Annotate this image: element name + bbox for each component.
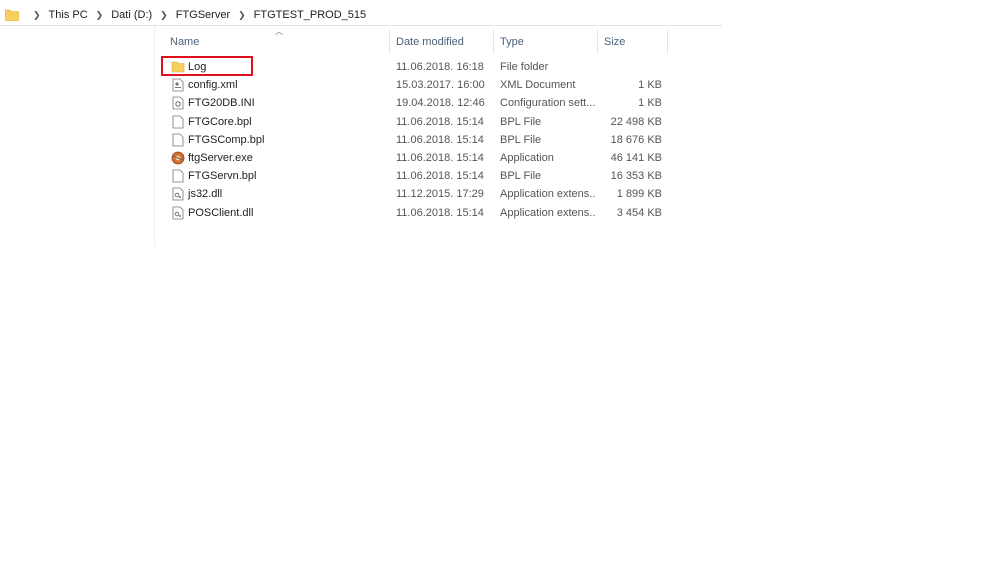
divider — [154, 26, 155, 246]
file-row-ftgscomp-bpl[interactable]: FTGSComp.bpl 11.06.2018. 15:14 BPL File … — [160, 131, 670, 149]
file-name: POSClient.dll — [188, 206, 254, 219]
config-file-icon — [172, 96, 184, 110]
column-header-size[interactable]: Size — [598, 30, 668, 54]
file-date: 19.04.2018. 12:46 — [396, 97, 485, 110]
file-name: ftgServer.exe — [188, 151, 253, 164]
file-size: 1 KB — [638, 97, 662, 110]
file-size: 18 676 KB — [610, 133, 662, 146]
file-size — [600, 58, 662, 76]
file-row-ftgcore-bpl[interactable]: FTGCore.bpl 11.06.2018. 15:14 BPL File 2… — [160, 113, 670, 131]
file-row-ftgservn-bpl[interactable]: FTGServn.bpl 11.06.2018. 15:14 BPL File … — [160, 167, 670, 185]
column-header-type[interactable]: Type — [494, 30, 598, 54]
dll-file-icon — [172, 206, 184, 219]
file-size: 3 454 KB — [616, 206, 662, 219]
file-type: Application extens... — [500, 188, 596, 201]
file-date: 11.12.2015. 17:29 — [396, 188, 484, 201]
file-row-ftg20db-ini[interactable]: FTG20DB.INI 19.04.2018. 12:46 Configurat… — [160, 94, 670, 112]
file-name: config.xml — [188, 79, 238, 92]
chevron-right-icon[interactable]: ❯ — [33, 10, 41, 21]
dll-file-icon — [172, 187, 184, 201]
file-date: 11.06.2018. 15:14 — [396, 115, 484, 128]
file-size: 1 KB — [638, 79, 662, 92]
file-list: Log 11.06.2018. 16:18 File folder config… — [160, 58, 670, 222]
xml-file-icon — [172, 78, 184, 92]
file-size: 1 899 KB — [616, 188, 662, 201]
file-icon — [172, 169, 184, 183]
file-name: FTGCore.bpl — [188, 115, 252, 128]
breadcrumb-dati-d[interactable]: Dati (D:) — [111, 9, 152, 21]
file-row-posclient-dll[interactable]: POSClient.dll 11.06.2018. 15:14 Applicat… — [160, 204, 670, 222]
file-type: Application extens... — [500, 206, 596, 219]
file-type: BPL File — [500, 133, 542, 146]
file-icon — [172, 133, 184, 147]
file-type: BPL File — [500, 170, 542, 183]
file-row-ftgserver-exe[interactable]: ftgServer.exe 11.06.2018. 15:14 Applicat… — [160, 149, 670, 167]
file-icon — [172, 115, 184, 128]
file-name: js32.dll — [188, 188, 223, 201]
file-date: 11.06.2018. 15:14 — [396, 151, 484, 164]
folder-icon — [5, 9, 19, 21]
file-type: File folder — [500, 61, 549, 73]
chevron-right-icon[interactable]: ❯ — [238, 10, 246, 21]
file-name: FTGSComp.bpl — [188, 133, 265, 146]
file-date: 11.06.2018. 15:14 — [396, 133, 484, 146]
file-name: FTGServn.bpl — [188, 170, 257, 183]
file-type: XML Document — [500, 79, 576, 92]
file-date: 11.06.2018. 16:18 — [396, 61, 484, 73]
breadcrumb-ftgserver[interactable]: FTGServer — [176, 9, 230, 21]
file-type: BPL File — [500, 115, 542, 128]
file-size: 16 353 KB — [610, 170, 662, 183]
highlight-box — [161, 56, 253, 76]
file-size: 22 498 KB — [610, 115, 662, 128]
file-date: 11.06.2018. 15:14 — [396, 206, 484, 219]
file-row-config-xml[interactable]: config.xml 15.03.2017. 16:00 XML Documen… — [160, 76, 670, 94]
file-date: 15.03.2017. 16:00 — [396, 79, 485, 92]
column-header-name[interactable]: Name — [164, 30, 390, 54]
column-header-date-modified[interactable]: Date modified — [390, 30, 494, 54]
breadcrumb-current-folder[interactable]: FTGTEST_PROD_515 — [254, 9, 366, 21]
column-header: ︿ Name Date modified Type Size — [160, 27, 670, 54]
file-row-js32-dll[interactable]: js32.dll 11.12.2015. 17:29 Application e… — [160, 185, 670, 203]
file-type: Application — [500, 151, 554, 164]
file-date: 11.06.2018. 15:14 — [396, 170, 484, 183]
chevron-right-icon[interactable]: ❯ — [96, 10, 104, 21]
application-icon — [171, 151, 185, 165]
file-size: 46 141 KB — [610, 151, 662, 164]
file-name: FTG20DB.INI — [188, 97, 255, 110]
chevron-right-icon[interactable]: ❯ — [160, 10, 168, 21]
file-type: Configuration sett... — [500, 97, 596, 110]
breadcrumb-this-pc[interactable]: This PC — [49, 9, 88, 21]
address-bar[interactable]: ❯ This PC ❯ Dati (D:) ❯ FTGServer ❯ FTGT… — [0, 5, 722, 26]
breadcrumb: ❯ This PC ❯ Dati (D:) ❯ FTGServer ❯ FTGT… — [25, 9, 366, 21]
